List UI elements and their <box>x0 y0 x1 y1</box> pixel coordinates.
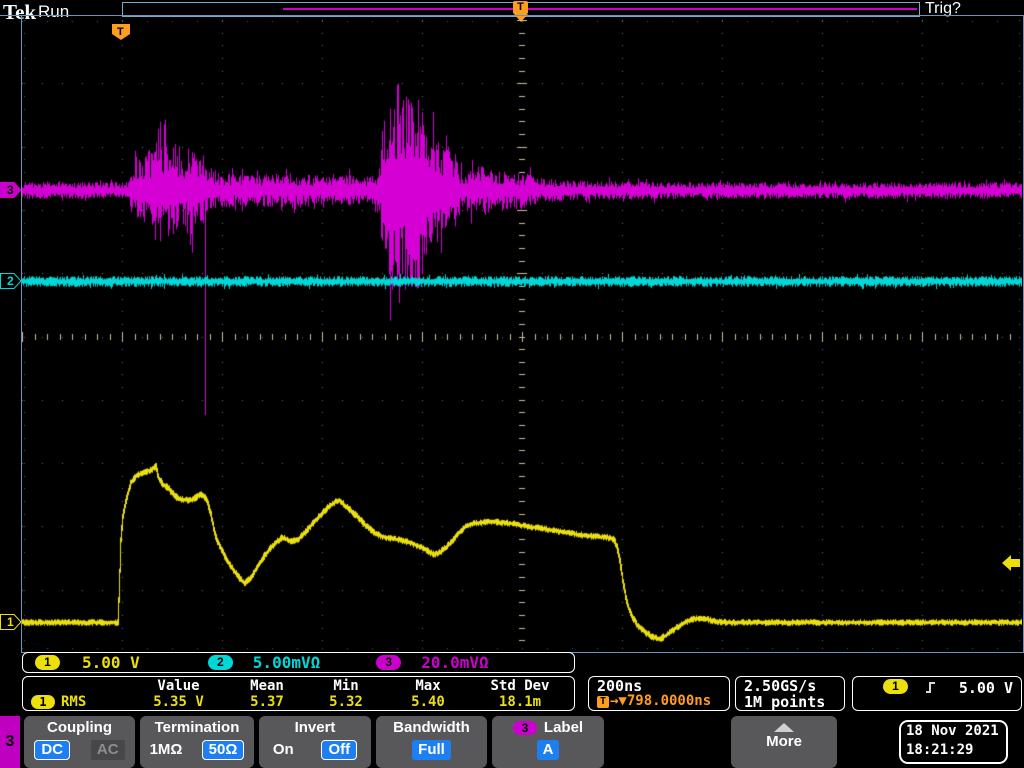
meas-header-max: Max <box>384 678 472 694</box>
trigger-level: 5.00 V <box>959 679 1013 697</box>
graticule-frame-line <box>0 15 21 16</box>
label-button[interactable]: 3 Label A <box>492 716 604 768</box>
up-triangle-icon <box>774 723 794 732</box>
rising-edge-icon <box>924 679 940 696</box>
ch1-badge[interactable]: 1 <box>35 655 60 670</box>
ch2-scale: 5.00mVΩ <box>253 653 320 672</box>
coupling-dc-option[interactable]: DC <box>34 740 70 760</box>
trigger-delay: T →▼ 798.0000ns <box>597 694 729 709</box>
coupling-ac-option[interactable]: AC <box>91 740 125 760</box>
invert-button[interactable]: Invert On Off <box>259 716 371 768</box>
more-button[interactable]: More <box>731 716 837 768</box>
ch2-badge[interactable]: 2 <box>208 655 233 670</box>
channel-1-zero-marker[interactable]: 1 <box>0 614 22 630</box>
meas-header-min: Min <box>308 678 384 694</box>
ch3-scale: 20.0mVΩ <box>421 653 488 672</box>
svg-text:1: 1 <box>7 615 14 629</box>
menu-channel-tab[interactable]: 3 <box>0 716 20 768</box>
record-length: 1M points <box>744 694 844 710</box>
more-title: More <box>766 733 802 750</box>
bandwidth-title: Bandwidth <box>393 719 470 736</box>
meas-mean: 5.37 <box>226 694 308 710</box>
invert-on-option[interactable]: On <box>273 740 294 760</box>
record-view-waveform <box>283 8 917 10</box>
invert-title: Invert <box>295 719 336 736</box>
datetime-display: 18 Nov 2021 18:21:29 <box>899 720 1008 764</box>
sample-rate: 2.50GS/s <box>744 678 844 694</box>
termination-50ohm-option[interactable]: 50Ω <box>202 740 245 760</box>
meas-header-stddev: Std Dev <box>472 678 568 694</box>
channel-scale-bar: 1 5.00 V 2 5.00mVΩ 3 20.0mVΩ <box>22 652 575 673</box>
termination-button[interactable]: Termination 1MΩ 50Ω <box>140 716 254 768</box>
meas-header-value: Value <box>131 678 226 694</box>
time-text: 18:21:29 <box>906 741 1006 760</box>
timebase-scale: 200ns <box>597 678 729 694</box>
meas-max: 5.40 <box>384 694 472 710</box>
meas-value: 5.35 V <box>131 694 226 710</box>
channel-2-zero-marker[interactable]: 2 <box>0 273 22 289</box>
acquisition-readout[interactable]: 2.50GS/s 1M points <box>735 676 845 711</box>
coupling-title: Coupling <box>47 719 112 736</box>
bandwidth-button[interactable]: Bandwidth Full <box>376 716 487 768</box>
label-a-option[interactable]: A <box>537 740 560 760</box>
svg-text:3: 3 <box>7 183 14 197</box>
trigger-t-icon: T <box>513 1 528 14</box>
termination-title: Termination <box>155 719 240 736</box>
waveform-display <box>22 20 1022 650</box>
meas-stddev: 18.1m <box>472 694 568 710</box>
coupling-button[interactable]: Coupling DC AC <box>24 716 135 768</box>
horizontal-readout[interactable]: 200ns T →▼ 798.0000ns <box>588 676 730 711</box>
label-ch-badge: 3 <box>513 721 537 735</box>
meas-row-label: 1 RMS <box>23 694 131 710</box>
svg-text:2: 2 <box>7 274 14 288</box>
measurement-indicator-arrow <box>1002 555 1020 576</box>
svg-text:T: T <box>117 26 124 38</box>
ch1-scale: 5.00 V <box>82 653 140 672</box>
termination-1mohm-option[interactable]: 1MΩ <box>150 740 183 760</box>
trigger-t-icon: T <box>597 696 609 708</box>
trigger-source-badge: 1 <box>883 679 908 694</box>
meas-header-mean: Mean <box>226 678 308 694</box>
date-text: 18 Nov 2021 <box>906 722 1006 741</box>
ch3-badge[interactable]: 3 <box>376 655 401 670</box>
trigger-time-flag[interactable]: T <box>112 24 130 40</box>
bandwidth-full-option[interactable]: Full <box>412 740 451 760</box>
meas-min: 5.32 <box>308 694 384 710</box>
meas-ch-badge: 1 <box>31 695 55 709</box>
measurement-readout: Value Mean Min Max Std Dev 1 RMS 5.35 V … <box>22 676 575 711</box>
trigger-readout[interactable]: 1 5.00 V <box>852 676 1022 711</box>
invert-off-option[interactable]: Off <box>321 740 357 760</box>
channel-3-zero-marker[interactable]: 3 <box>0 182 22 198</box>
label-title: Label <box>544 719 583 736</box>
